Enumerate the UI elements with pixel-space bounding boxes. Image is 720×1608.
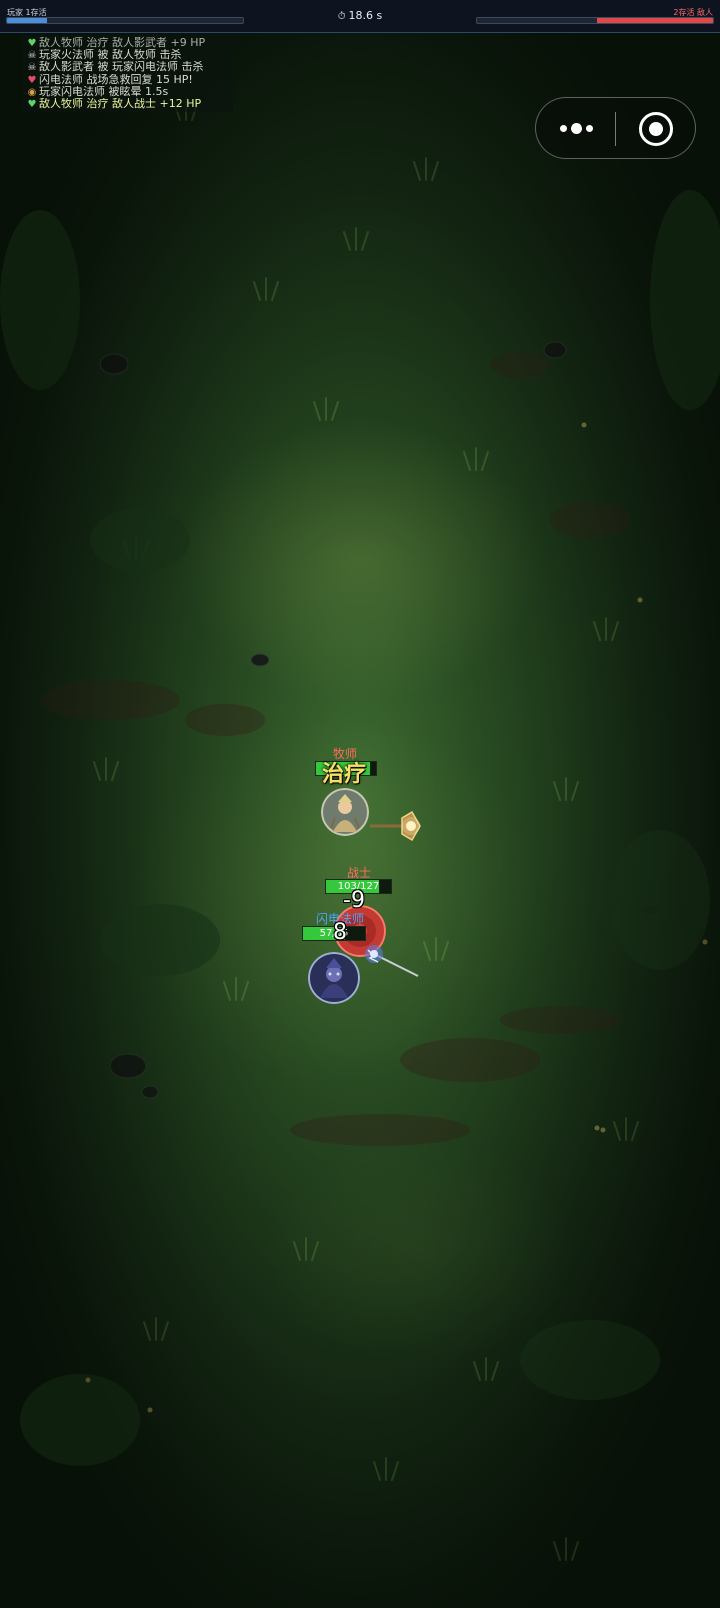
combat-log-row: ☠ 敌人影武者 被 玩家闪电法师 击杀 (25, 61, 230, 73)
heart-bandage-icon: ♥ (27, 74, 37, 86)
combat-log-text: 闪电法师 战场急救回复 15 HP! (39, 73, 193, 86)
mage-damage-text: 8 (333, 920, 347, 945)
enemy-team-bar-fill (597, 18, 713, 23)
priest-avatar[interactable] (321, 788, 369, 836)
holy-staff-icon (370, 810, 421, 842)
combat-log-row: ♥ 敌人牧师 治疗 敌人战士 +12 HP (25, 98, 230, 110)
snail-icon: ◉ (27, 86, 37, 98)
priest-portrait (321, 788, 369, 836)
combat-log-text: 玩家闪电法师 被眩晕 1.5s (39, 85, 169, 98)
combat-log-text: 敌人影武者 被 玩家闪电法师 击杀 (39, 61, 204, 74)
capsule-divider (615, 112, 616, 146)
heart-icon: ♥ (27, 98, 37, 110)
enemy-team-bar (476, 17, 714, 24)
stopwatch-icon: ⏱ (337, 11, 346, 22)
mage-portrait (308, 952, 360, 1004)
team-status-bar: 玩家 1存活 ⏱ 18.6 s 2存活 敌人 (0, 0, 720, 33)
heart-icon: ♥ (27, 38, 37, 49)
combat-log-row: ☠ 玩家火法师 被 敌人牧师 击杀 (25, 49, 230, 61)
timer-value: 18.6 s (348, 9, 383, 22)
combat-log: ♥ 敌人牧师 治疗 敌人影武者 +9 HP ☠ 玩家火法师 被 敌人牧师 击杀 ☠ 敌人影… (22, 35, 233, 112)
crossed-skull-icon: ☠ (27, 50, 37, 62)
lightning-staff-icon (365, 945, 419, 977)
combat-log-text: 敌人牧师 治疗 敌人影武者 +9 HP (39, 37, 206, 49)
combat-log-row: ♥ 闪电法师 战场急救回复 15 HP! (25, 74, 230, 86)
combat-log-text: 玩家火法师 被 敌人牧师 击杀 (39, 49, 182, 62)
heal-floating-text: 治疗 (322, 762, 367, 787)
combat-log-row: ♥ 敌人牧师 治疗 敌人影武者 +9 HP (25, 37, 230, 49)
game-stage[interactable]: 玩家 1存活 ⏱ 18.6 s 2存活 敌人 ♥ 敌人牧师 治疗 敌人影武者 +9 … (0, 0, 720, 1608)
miniprogram-capsule (535, 97, 696, 159)
mage-avatar[interactable] (308, 952, 360, 1004)
crossed-skull-icon: ☠ (27, 62, 37, 74)
target-circle-icon[interactable] (639, 112, 673, 146)
combat-log-text: 敌人牧师 治疗 敌人战士 +12 HP (39, 97, 202, 110)
combat-log-row: ◉ 玩家闪电法师 被眩晕 1.5s (25, 86, 230, 98)
more-dots-icon[interactable] (556, 98, 612, 160)
